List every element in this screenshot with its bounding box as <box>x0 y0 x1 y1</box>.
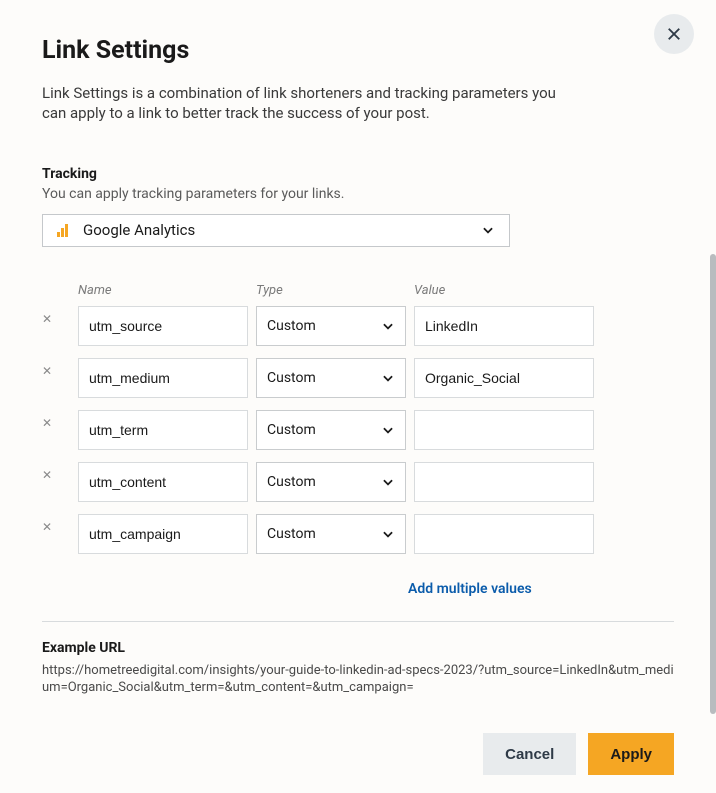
chevron-down-icon <box>381 423 395 437</box>
param-type-label: Custom <box>267 318 316 334</box>
link-settings-modal: Link Settings Link Settings is a combina… <box>0 0 716 793</box>
param-value-input[interactable] <box>414 410 594 450</box>
param-type-select[interactable]: Custom <box>256 410 406 450</box>
close-button[interactable] <box>654 14 694 54</box>
chevron-down-icon <box>381 475 395 489</box>
add-multiple-values-link[interactable]: Add multiple values <box>408 581 532 597</box>
example-url-value: https://hometreedigital.com/insights/you… <box>42 662 674 697</box>
param-type-label: Custom <box>267 474 316 490</box>
param-type-label: Custom <box>267 526 316 542</box>
param-column-headers: Name Type Value <box>42 283 674 298</box>
chevron-down-icon <box>381 319 395 333</box>
modal-description: Link Settings is a combination of link s… <box>42 83 582 124</box>
google-analytics-icon <box>57 223 71 237</box>
param-name-input[interactable] <box>78 306 248 346</box>
tracking-provider-select[interactable]: Google Analytics <box>42 214 510 247</box>
param-value-input[interactable] <box>414 462 594 502</box>
param-type-select[interactable]: Custom <box>256 306 406 346</box>
param-row: ✕ Custom <box>42 306 674 346</box>
modal-title: Link Settings <box>42 36 674 65</box>
param-type-label: Custom <box>267 422 316 438</box>
param-row: ✕ Custom <box>42 514 674 554</box>
column-header-value: Value <box>414 283 594 298</box>
param-type-select[interactable]: Custom <box>256 514 406 554</box>
tracking-label: Tracking <box>42 166 674 182</box>
param-row: ✕ Custom <box>42 462 674 502</box>
chevron-down-icon <box>381 527 395 541</box>
tracking-sublabel: You can apply tracking parameters for yo… <box>42 186 674 202</box>
param-value-input[interactable] <box>414 514 594 554</box>
remove-param-button[interactable]: ✕ <box>42 358 70 378</box>
scrollbar-thumb[interactable] <box>710 254 716 714</box>
param-name-input[interactable] <box>78 514 248 554</box>
cancel-button[interactable]: Cancel <box>483 733 576 775</box>
divider <box>42 621 674 622</box>
column-header-type: Type <box>256 283 406 298</box>
param-name-input[interactable] <box>78 410 248 450</box>
remove-param-button[interactable]: ✕ <box>42 462 70 482</box>
param-row: ✕ Custom <box>42 358 674 398</box>
chevron-down-icon <box>381 371 395 385</box>
param-value-input[interactable] <box>414 358 594 398</box>
chevron-down-icon <box>481 223 495 237</box>
param-type-select[interactable]: Custom <box>256 358 406 398</box>
param-type-label: Custom <box>267 370 316 386</box>
param-rows-container: ✕ Custom ✕ Custom ✕ Custom ✕ Custom ✕ Custom <box>42 306 674 566</box>
remove-param-button[interactable]: ✕ <box>42 306 70 326</box>
close-icon <box>665 25 683 43</box>
param-value-input[interactable] <box>414 306 594 346</box>
example-url-label: Example URL <box>42 640 674 656</box>
param-type-select[interactable]: Custom <box>256 462 406 502</box>
param-name-input[interactable] <box>78 358 248 398</box>
column-header-name: Name <box>78 283 248 298</box>
remove-param-button[interactable]: ✕ <box>42 410 70 430</box>
apply-button[interactable]: Apply <box>588 733 674 775</box>
param-row: ✕ Custom <box>42 410 674 450</box>
modal-footer: Cancel Apply <box>42 717 674 793</box>
param-name-input[interactable] <box>78 462 248 502</box>
remove-param-button[interactable]: ✕ <box>42 514 70 534</box>
tracking-provider-label: Google Analytics <box>83 221 195 239</box>
